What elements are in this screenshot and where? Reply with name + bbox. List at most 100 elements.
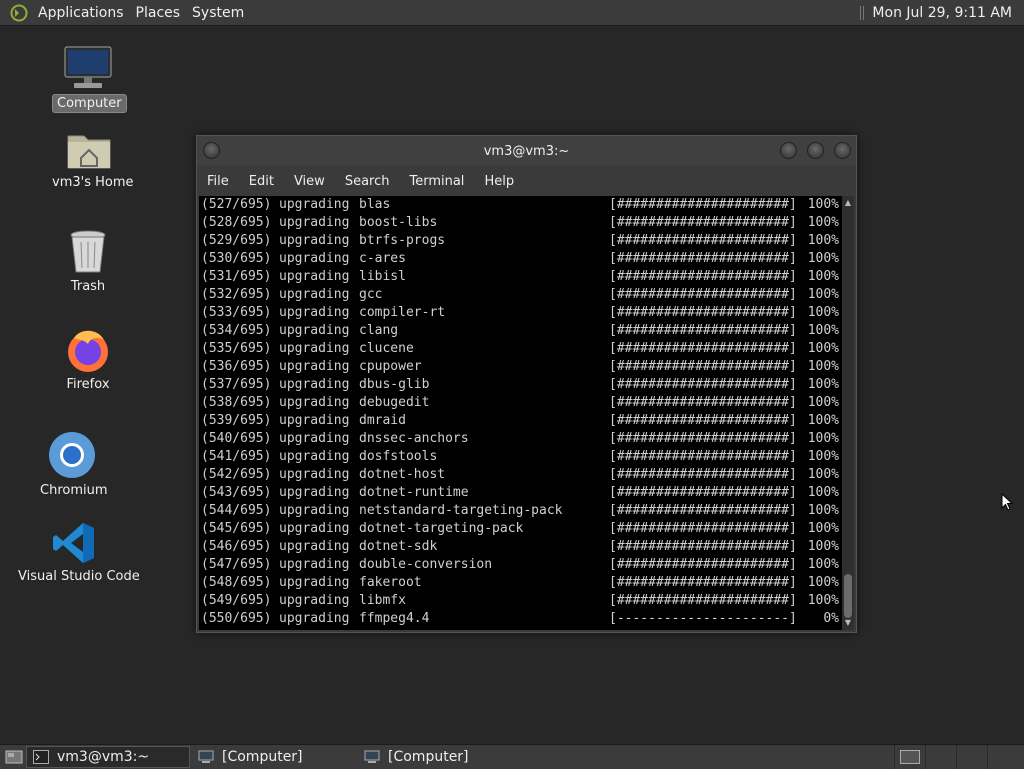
- line-index: (529/695): [201, 233, 272, 248]
- desktop-icon-home[interactable]: vm3's Home: [48, 128, 134, 191]
- line-index: (537/695): [201, 377, 272, 392]
- line-percent: 100%: [807, 305, 839, 320]
- line-package: dotnet-runtime: [359, 485, 469, 500]
- desktop-icon-chromium[interactable]: Chromium: [36, 430, 108, 499]
- show-desktop-icon[interactable]: [4, 747, 24, 767]
- line-index: (539/695): [201, 413, 272, 428]
- menu-edit[interactable]: Edit: [239, 174, 284, 189]
- terminal-window[interactable]: vm3@vm3:~ File Edit View Search Terminal…: [196, 135, 857, 633]
- line-progress-bar: [######################]: [609, 593, 797, 608]
- clock[interactable]: Mon Jul 29, 9:11 AM: [872, 5, 1012, 21]
- desktop-icon-trash[interactable]: Trash: [56, 228, 120, 295]
- line-progress-bar: [######################]: [609, 215, 797, 230]
- line-progress-bar: [######################]: [609, 449, 797, 464]
- line-progress-bar: [######################]: [609, 197, 797, 212]
- top-panel: Applications Places System Mon Jul 29, 9…: [0, 0, 1024, 26]
- desktop-icon-label: Computer: [52, 94, 127, 113]
- taskbar-item-computer[interactable]: [Computer]: [358, 746, 522, 768]
- bottom-panel: vm3@vm3:~ [Computer] [Computer]: [0, 744, 1024, 769]
- window-title: vm3@vm3:~: [483, 143, 570, 159]
- line-package: boost-libs: [359, 215, 438, 230]
- scroll-up-arrow-icon[interactable]: ▲: [843, 198, 853, 208]
- line-progress-bar: [######################]: [609, 467, 797, 482]
- firefox-icon: [68, 330, 108, 372]
- line-index: (535/695): [201, 341, 272, 356]
- workspace-3[interactable]: [956, 745, 987, 769]
- menu-search[interactable]: Search: [335, 174, 400, 189]
- line-action: upgrading: [279, 251, 350, 266]
- workspace-switcher[interactable]: [894, 745, 1024, 769]
- line-progress-bar: [######################]: [609, 503, 797, 518]
- line-progress-bar: [######################]: [609, 251, 797, 266]
- line-action: upgrading: [279, 467, 350, 482]
- desktop-icon-label: Chromium: [40, 483, 108, 498]
- line-action: upgrading: [279, 539, 350, 554]
- terminal-line: (532/695) upgrading gcc [##################…: [199, 286, 842, 304]
- workspace-4[interactable]: [987, 745, 1018, 769]
- applications-menu[interactable]: Applications: [32, 5, 130, 21]
- line-progress-bar: [######################]: [609, 359, 797, 374]
- line-action: upgrading: [279, 575, 350, 590]
- mate-logo-icon[interactable]: [10, 4, 28, 22]
- close-button[interactable]: [834, 142, 851, 159]
- desktop-icon-label: vm3's Home: [52, 175, 134, 190]
- line-action: upgrading: [279, 269, 350, 284]
- line-index: (540/695): [201, 431, 272, 446]
- computer-small-icon: [364, 750, 380, 763]
- terminal-line: (535/695) upgrading clucene [##############…: [199, 340, 842, 358]
- workspace-1[interactable]: [894, 745, 925, 769]
- terminal-output[interactable]: (527/695) upgrading blas [#################…: [199, 196, 842, 630]
- line-action: upgrading: [279, 413, 350, 428]
- scrollbar[interactable]: ▲ ▼: [842, 196, 854, 630]
- workspace-2[interactable]: [925, 745, 956, 769]
- menu-file[interactable]: File: [197, 174, 239, 189]
- panel-separator: [860, 5, 865, 20]
- terminal-line: (539/695) upgrading dmraid [###############…: [199, 412, 842, 430]
- places-menu[interactable]: Places: [130, 5, 187, 21]
- desktop-icon-vscode[interactable]: Visual Studio Code: [14, 520, 140, 585]
- scroll-down-arrow-icon[interactable]: ▼: [843, 618, 853, 628]
- menu-help[interactable]: Help: [474, 174, 524, 189]
- menu-terminal[interactable]: Terminal: [399, 174, 474, 189]
- taskbar-item-computer[interactable]: [Computer]: [192, 746, 356, 768]
- home-folder-icon: [67, 135, 111, 169]
- line-action: upgrading: [279, 521, 350, 536]
- line-action: upgrading: [279, 593, 350, 608]
- desktop-icon-computer[interactable]: Computer: [52, 44, 127, 113]
- terminal-line: (549/695) upgrading libmfx [###############…: [199, 592, 842, 610]
- line-progress-bar: [######################]: [609, 521, 797, 536]
- taskbar-item-terminal[interactable]: vm3@vm3:~: [26, 746, 190, 768]
- line-package: debugedit: [359, 395, 430, 410]
- menu-view[interactable]: View: [284, 174, 335, 189]
- line-package: fakeroot: [359, 575, 422, 590]
- line-action: upgrading: [279, 395, 350, 410]
- scrollbar-thumb[interactable]: [844, 574, 852, 618]
- line-package: libmfx: [359, 593, 406, 608]
- line-percent: 100%: [807, 377, 839, 392]
- line-action: upgrading: [279, 215, 350, 230]
- line-progress-bar: [######################]: [609, 557, 797, 572]
- minimize-button[interactable]: [780, 142, 797, 159]
- chromium-icon: [49, 432, 95, 478]
- window-menu-button[interactable]: [203, 142, 220, 159]
- line-package: clucene: [359, 341, 414, 356]
- line-progress-bar: [######################]: [609, 233, 797, 248]
- desktop-icon-firefox[interactable]: Firefox: [56, 326, 120, 393]
- window-titlebar[interactable]: vm3@vm3:~: [197, 136, 856, 166]
- line-action: upgrading: [279, 503, 350, 518]
- system-menu[interactable]: System: [186, 5, 250, 21]
- line-package: dnssec-anchors: [359, 431, 469, 446]
- line-index: (550/695): [201, 611, 272, 626]
- line-action: upgrading: [279, 323, 350, 338]
- desktop-icon-label: Firefox: [66, 377, 110, 392]
- terminal-line: (544/695) upgrading netstandard-targeting-…: [199, 502, 842, 520]
- line-package: cpupower: [359, 359, 422, 374]
- maximize-button[interactable]: [807, 142, 824, 159]
- line-progress-bar: [######################]: [609, 269, 797, 284]
- line-index: (536/695): [201, 359, 272, 374]
- line-action: upgrading: [279, 197, 350, 212]
- line-index: (547/695): [201, 557, 272, 572]
- line-progress-bar: [######################]: [609, 575, 797, 590]
- line-progress-bar: [######################]: [609, 341, 797, 356]
- line-action: upgrading: [279, 377, 350, 392]
